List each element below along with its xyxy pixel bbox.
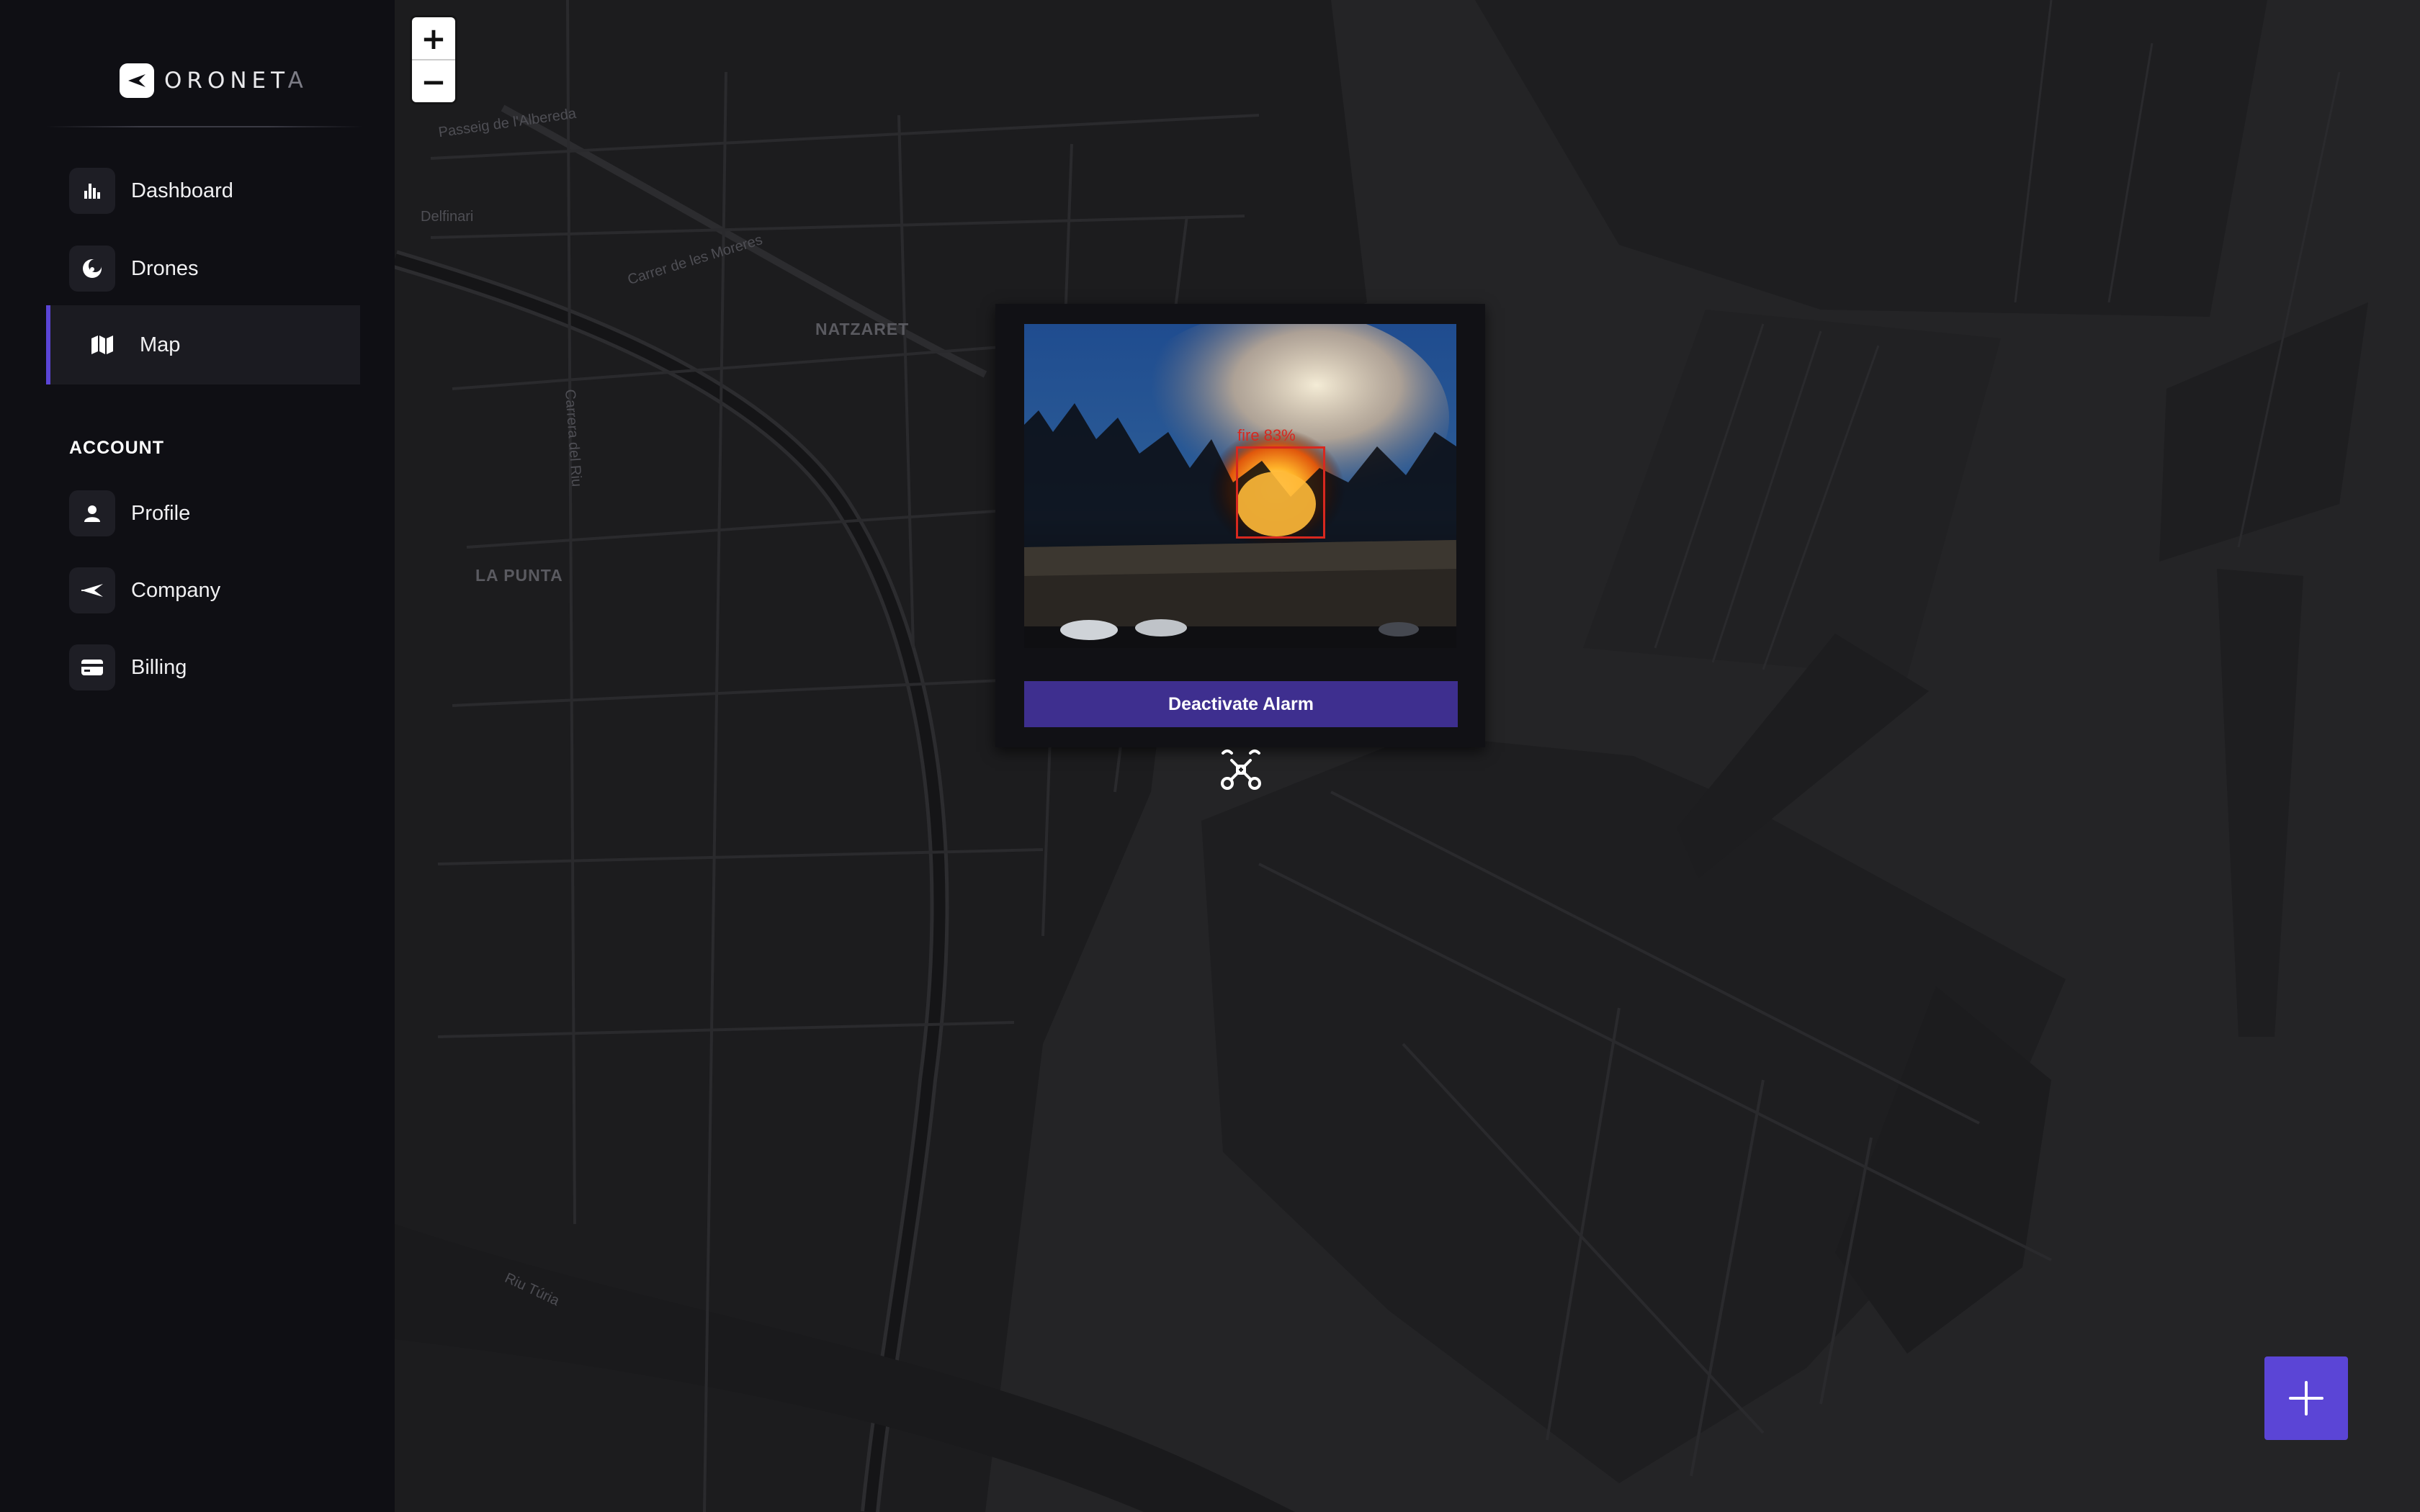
sidebar-item-drones[interactable]: Drones — [46, 229, 360, 308]
zoom-out-button[interactable]: − — [412, 59, 455, 102]
drone-icon — [69, 246, 115, 292]
street-label: Delfinari — [421, 209, 474, 225]
map-view[interactable]: NATZARET LA PUNTA Passeig de l'Albereda … — [395, 0, 2420, 1512]
sidebar-item-billing[interactable]: Billing — [46, 628, 360, 707]
sidebar-item-label: Profile — [131, 501, 191, 525]
alarm-popup: fire 83% Deactivate Alarm — [995, 304, 1485, 747]
map-tiles — [395, 0, 2368, 1512]
sidebar-item-label: Map — [140, 333, 181, 356]
sidebar-item-map[interactable]: Map — [46, 305, 360, 384]
sidebar-divider — [46, 126, 363, 127]
area-label: NATZARET — [815, 320, 910, 338]
sidebar-item-company[interactable]: Company — [46, 551, 360, 630]
user-icon — [69, 490, 115, 536]
map-zoom-controls: + − — [412, 17, 455, 102]
map-icon — [89, 322, 115, 368]
sidebar-item-label: Company — [131, 578, 221, 602]
sidebar-item-label: Billing — [131, 655, 187, 679]
add-button[interactable] — [2264, 1356, 2348, 1440]
fire-detection-box — [1236, 446, 1325, 539]
logo-plane-icon — [120, 63, 154, 98]
zoom-in-button[interactable]: + — [412, 17, 455, 59]
area-label: LA PUNTA — [475, 566, 563, 585]
bar-chart-icon — [69, 168, 115, 214]
sidebar: ORONETA Dashboard Drones Map ACCOUNT Pro… — [0, 0, 395, 1512]
sidebar-item-label: Dashboard — [131, 179, 233, 202]
plane-icon — [69, 567, 115, 613]
detection-label: fire 83% — [1237, 426, 1296, 444]
brand-logo[interactable]: ORONETA — [120, 63, 308, 98]
sidebar-item-label: Drones — [131, 256, 199, 280]
brand-name: ORONETA — [164, 68, 308, 94]
credit-card-icon — [69, 644, 115, 690]
alarm-camera-image: fire 83% — [1024, 324, 1456, 648]
plus-icon — [2289, 1381, 2323, 1416]
sidebar-item-dashboard[interactable]: Dashboard — [46, 151, 360, 230]
deactivate-alarm-button[interactable]: Deactivate Alarm — [1024, 681, 1458, 727]
drone-marker-icon[interactable] — [1217, 746, 1265, 793]
sidebar-item-profile[interactable]: Profile — [46, 474, 360, 553]
account-section-title: ACCOUNT — [69, 438, 164, 458]
